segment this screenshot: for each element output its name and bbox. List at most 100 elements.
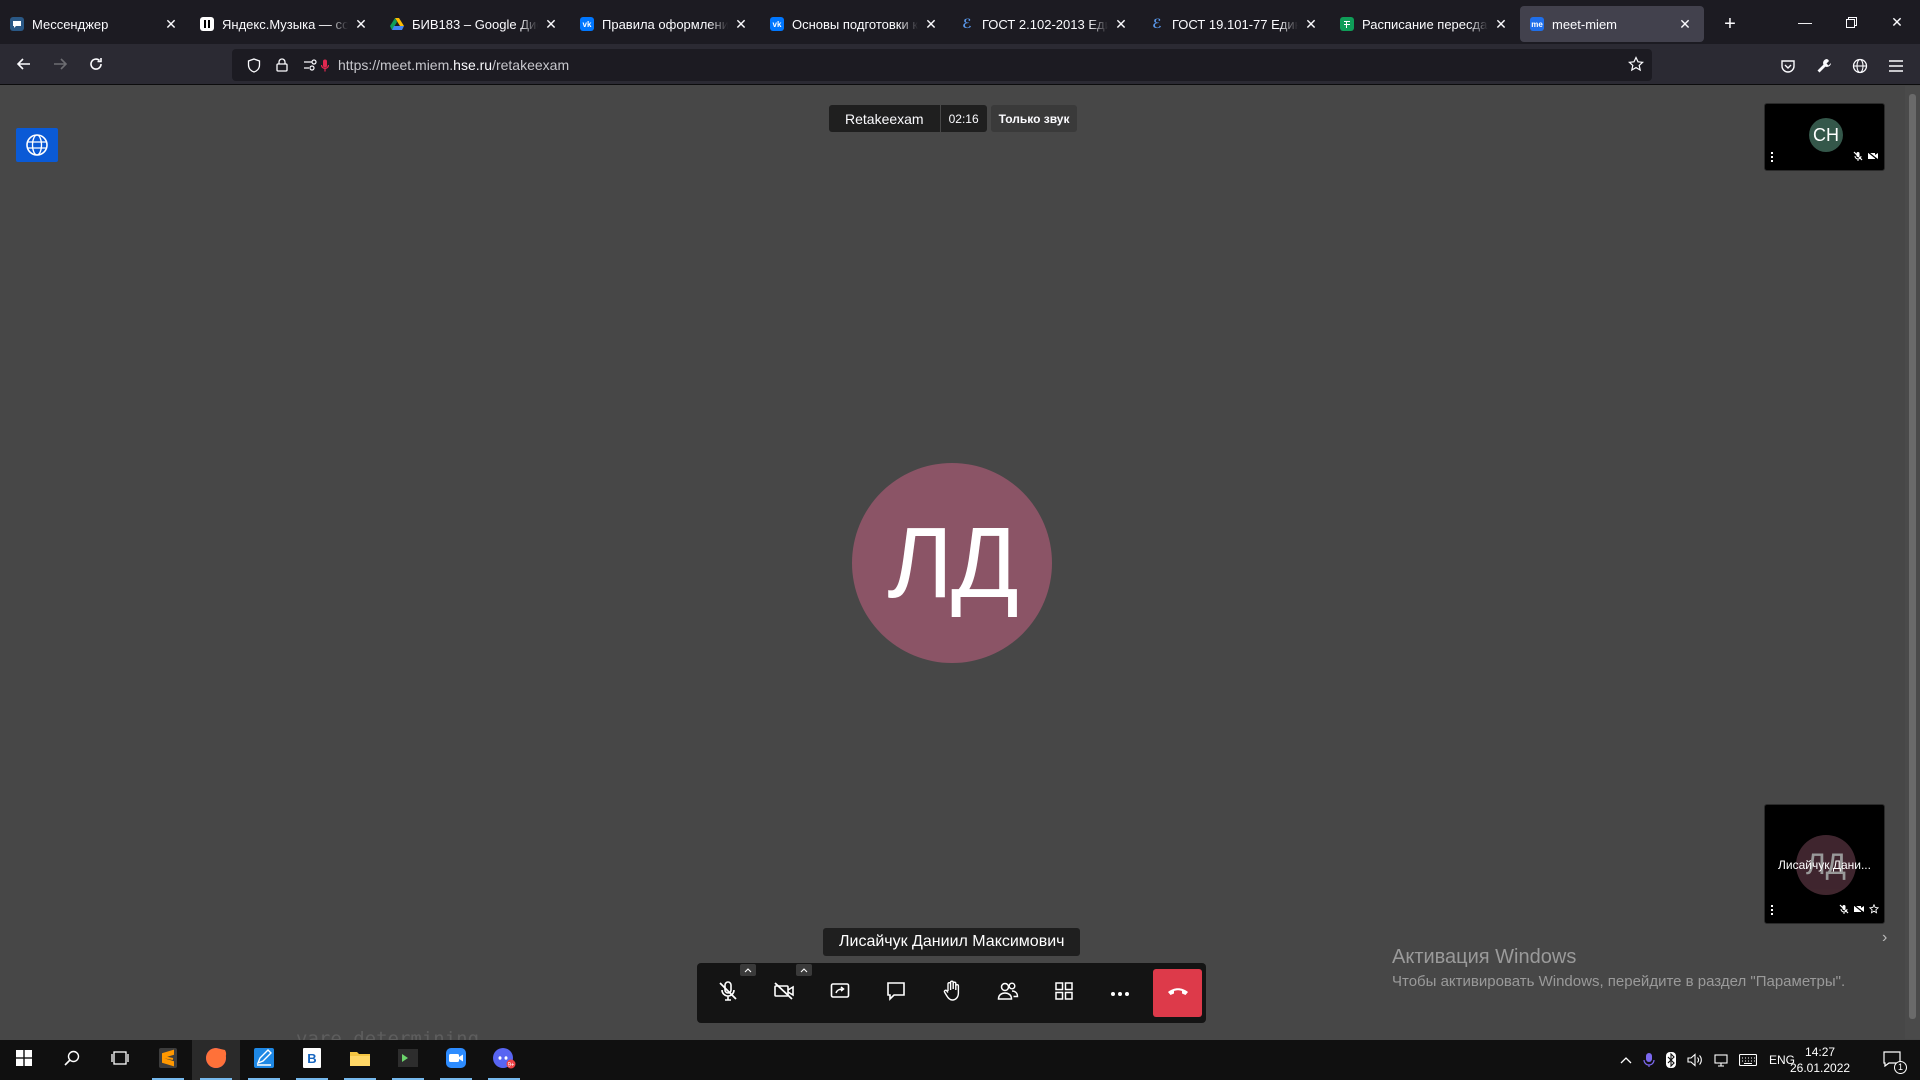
tile-view-button[interactable]	[1040, 970, 1088, 1016]
whiteboard-pen-icon	[253, 1047, 275, 1074]
tab-close-icon[interactable]: ✕	[732, 15, 750, 33]
url-bar[interactable]: https://meet.miem.hse.ru/retakeexam	[232, 49, 1652, 81]
network-tray-icon[interactable]	[1710, 1040, 1732, 1080]
microphone-muted-icon	[717, 980, 739, 1007]
start-button[interactable]	[0, 1040, 48, 1080]
tab-close-icon[interactable]: ✕	[352, 15, 370, 33]
bluetooth-tray-icon[interactable]	[1662, 1040, 1680, 1080]
forward-arrow-icon	[54, 58, 68, 70]
microphone-in-use-icon[interactable]	[318, 59, 332, 72]
tab-close-icon[interactable]: ✕	[1302, 15, 1320, 33]
firefox-icon	[204, 1046, 228, 1075]
taskbar-terminal[interactable]	[384, 1040, 432, 1080]
search-button[interactable]	[48, 1040, 96, 1080]
taskbar-zoom[interactable]	[432, 1040, 480, 1080]
participant-name: Лисайчук Дани...	[1778, 858, 1871, 872]
close-window-button[interactable]: ✕	[1874, 0, 1920, 44]
vk-icon: vk	[770, 17, 784, 31]
zoom-icon	[445, 1047, 467, 1074]
forward-button[interactable]	[42, 48, 78, 80]
task-view-button[interactable]	[96, 1040, 144, 1080]
vk-icon: vk	[580, 17, 594, 31]
system-clock[interactable]: 14:27 26.01.2022	[1790, 1040, 1850, 1080]
tab-8-active[interactable]: me meet-miem ✕	[1520, 6, 1704, 42]
participant-thumbnail[interactable]: СН	[1764, 103, 1885, 171]
tab-4[interactable]: vk Основы подготовки конструкторской ✕	[760, 6, 950, 42]
svg-text:B: B	[307, 1051, 316, 1066]
google-drive-icon	[390, 17, 404, 31]
tab-2[interactable]: БИВ183 – Google Диск ✕	[380, 6, 570, 42]
more-actions-button[interactable]	[1096, 970, 1144, 1016]
tab-5[interactable]: ℰ ГОСТ 2.102-2013 Единая система ✕	[950, 6, 1140, 42]
minimize-button[interactable]: —	[1782, 0, 1828, 44]
lock-icon[interactable]	[268, 58, 296, 72]
screen-share-button[interactable]	[816, 970, 864, 1016]
tracking-protection-shield-icon[interactable]	[240, 57, 268, 73]
tab-1[interactable]: Яндекс.Музыка — собираем ✕	[190, 6, 380, 42]
pocket-icon[interactable]	[1774, 52, 1802, 80]
tab-7[interactable]: Расписание пересдач по ✕	[1330, 6, 1520, 42]
tab-0[interactable]: Мессенджер ✕	[0, 6, 190, 42]
camera-off-icon	[1867, 148, 1879, 166]
mic-muted-icon	[1839, 901, 1849, 919]
thumbnail-menu-icon[interactable]	[1771, 905, 1775, 915]
tab-close-icon[interactable]: ✕	[1492, 15, 1510, 33]
tab-title: ГОСТ 2.102-2013 Единая система	[982, 16, 1108, 32]
docs-cntd-icon: ℰ	[962, 16, 972, 31]
bookmark-star-icon[interactable]	[1628, 56, 1644, 75]
chat-icon	[886, 981, 906, 1006]
tab-close-icon[interactable]: ✕	[162, 15, 180, 33]
filmstrip-toggle-chevron-icon[interactable]: ›	[1882, 929, 1887, 947]
show-hidden-icons-chevron-icon[interactable]	[1616, 1040, 1636, 1080]
microphone-tray-icon[interactable]	[1640, 1040, 1658, 1080]
watermark-subtitle: Чтобы активировать Windows, перейдите в …	[1392, 973, 1846, 990]
volume-tray-icon[interactable]	[1684, 1040, 1706, 1080]
meet-logo-icon[interactable]	[16, 128, 58, 162]
tab-close-icon[interactable]: ✕	[1676, 15, 1694, 33]
meeting-timer: 02:16	[939, 105, 987, 132]
clock-time: 14:27	[1805, 1045, 1836, 1059]
tile-view-icon	[1054, 981, 1074, 1006]
back-button[interactable]	[6, 48, 42, 80]
taskbar-sublime-text[interactable]	[144, 1040, 192, 1080]
notification-count-badge: 1	[1894, 1060, 1907, 1074]
taskbar-b-app[interactable]: B	[288, 1040, 336, 1080]
menu-hamburger-icon[interactable]	[1882, 52, 1910, 80]
tab-close-icon[interactable]: ✕	[922, 15, 940, 33]
raise-hand-button[interactable]	[928, 970, 976, 1016]
taskbar-file-explorer[interactable]	[336, 1040, 384, 1080]
tab-close-icon[interactable]: ✕	[542, 15, 560, 33]
new-tab-button[interactable]: +	[1712, 6, 1748, 42]
taskbar-firefox[interactable]	[192, 1040, 240, 1080]
navigation-toolbar: https://meet.miem.hse.ru/retakeexam	[0, 44, 1920, 85]
url-text[interactable]: https://meet.miem.hse.ru/retakeexam	[338, 57, 569, 73]
camera-button[interactable]	[760, 964, 812, 1016]
camera-off-icon	[773, 981, 795, 1005]
vpn-globe-icon[interactable]	[1846, 52, 1874, 80]
restore-button[interactable]	[1828, 0, 1874, 44]
taskbar-discord[interactable]: 9+	[480, 1040, 528, 1080]
meeting-title: Retakeexam	[829, 105, 940, 132]
svg-text:9+: 9+	[508, 1062, 515, 1068]
reload-button[interactable]	[78, 48, 114, 80]
wrench-icon[interactable]	[1810, 52, 1838, 80]
participants-button[interactable]	[984, 970, 1032, 1016]
docs-cntd-icon: ℰ	[1152, 16, 1162, 31]
touch-keyboard-tray-icon[interactable]	[1736, 1040, 1760, 1080]
star-icon[interactable]	[1868, 901, 1880, 919]
participants-icon	[997, 981, 1019, 1006]
tab-6[interactable]: ℰ ГОСТ 19.101-77 Единая система ✕	[1140, 6, 1330, 42]
page-scrollbar[interactable]	[1905, 86, 1920, 1039]
tab-3[interactable]: vk Правила оформления программ ✕	[570, 6, 760, 42]
hangup-button[interactable]	[1153, 969, 1202, 1017]
taskbar-editor[interactable]	[240, 1040, 288, 1080]
tab-close-icon[interactable]: ✕	[1112, 15, 1130, 33]
thumbnail-menu-icon[interactable]	[1771, 152, 1775, 162]
camera-options-chevron-icon[interactable]	[796, 964, 812, 976]
chat-button[interactable]	[872, 970, 920, 1016]
microphone-button[interactable]	[704, 964, 756, 1016]
mic-options-chevron-icon[interactable]	[740, 964, 756, 976]
notification-center-button[interactable]: 1	[1872, 1040, 1912, 1080]
local-participant-thumbnail[interactable]: ЛД Лисайчук Дани...	[1764, 804, 1885, 924]
tab-title: Расписание пересдач по	[1362, 16, 1488, 32]
